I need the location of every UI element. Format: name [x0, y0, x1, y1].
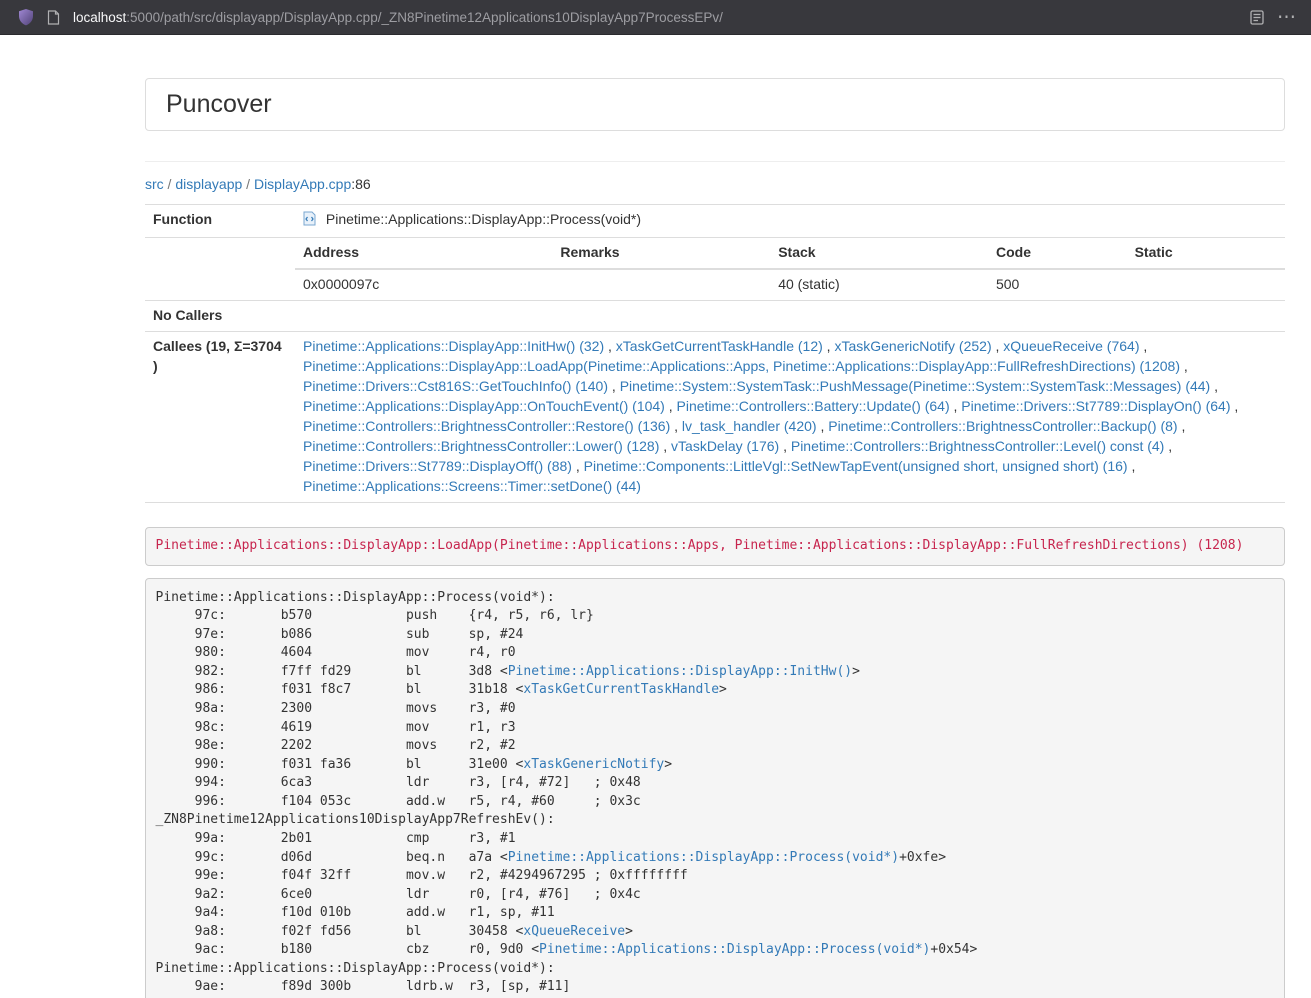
callee-link[interactable]: vTaskDelay (176): [671, 438, 779, 454]
callee-link[interactable]: Pinetime::Applications::DisplayApp::Init…: [303, 338, 604, 354]
callee-link[interactable]: Pinetime::Controllers::BrightnessControl…: [791, 438, 1164, 454]
overflow-menu-icon[interactable]: ⋯: [1277, 8, 1297, 27]
breadcrumb-separator: /: [242, 176, 254, 192]
browser-toolbar: localhost:5000/path/src/displayapp/Displ…: [0, 0, 1311, 35]
address-value: 0x0000097c: [295, 269, 552, 300]
breadcrumb-link[interactable]: DisplayApp.cpp: [254, 176, 351, 192]
disassembly-block: Pinetime::Applications::DisplayApp::Proc…: [145, 578, 1285, 998]
callee-link[interactable]: Pinetime::Controllers::BrightnessControl…: [303, 418, 670, 434]
function-name: Pinetime::Applications::DisplayApp::Proc…: [326, 211, 641, 227]
breadcrumb-separator: /: [164, 176, 176, 192]
disassembly-symbol-link[interactable]: xTaskGetCurrentTaskHandle: [523, 682, 719, 697]
disassembly-symbol-link[interactable]: xQueueReceive: [523, 924, 625, 939]
callee-link[interactable]: Pinetime::Drivers::St7789::DisplayOff() …: [303, 458, 572, 474]
callee-link[interactable]: Pinetime::Components::LittleVgl::SetNewT…: [584, 458, 1128, 474]
callee-link[interactable]: Pinetime::Controllers::BrightnessControl…: [303, 438, 659, 454]
static-value: [1127, 269, 1285, 300]
page-content: Puncover src / displayapp / DisplayApp.c…: [145, 78, 1285, 998]
callee-link[interactable]: xTaskGetCurrentTaskHandle (12): [616, 338, 823, 354]
disassembly-symbol-link[interactable]: xTaskGenericNotify: [523, 757, 664, 772]
callee-link[interactable]: Pinetime::Drivers::Cst816S::GetTouchInfo…: [303, 378, 608, 394]
callees-row: Callees (19, Σ=3704 ) Pinetime::Applicat…: [145, 331, 1285, 502]
callee-link[interactable]: Pinetime::Controllers::Battery::Update()…: [677, 398, 950, 414]
reader-mode-icon[interactable]: [1250, 10, 1264, 25]
code-value: 500: [988, 269, 1127, 300]
stats-row: Address Remarks Stack Code Static 0x0000…: [145, 237, 1285, 300]
app-title-panel: Puncover: [145, 78, 1285, 131]
shield-icon[interactable]: [18, 8, 34, 26]
divider: [145, 161, 1285, 162]
callee-link[interactable]: Pinetime::Applications::DisplayApp::Load…: [303, 358, 1180, 374]
address-table-value-row: 0x0000097c 40 (static) 500: [295, 269, 1285, 300]
breadcrumb: src / displayapp / DisplayApp.cpp:86: [145, 176, 1285, 192]
function-label: Function: [145, 204, 295, 237]
col-static: Static: [1127, 238, 1285, 269]
disassembly-symbol-link[interactable]: Pinetime::Applications::DisplayApp::Init…: [508, 664, 852, 679]
callee-link[interactable]: lv_task_handler (420): [682, 418, 817, 434]
callee-link[interactable]: Pinetime::Applications::Screens::Timer::…: [303, 478, 641, 494]
callee-link[interactable]: xTaskGenericNotify (252): [834, 338, 991, 354]
page-title: Puncover: [166, 90, 1264, 119]
col-address: Address: [295, 238, 552, 269]
col-remarks: Remarks: [552, 238, 770, 269]
callee-link[interactable]: Pinetime::System::SystemTask::PushMessag…: [620, 378, 1211, 394]
callee-link[interactable]: Pinetime::Controllers::BrightnessControl…: [828, 418, 1177, 434]
stack-value: 40 (static): [770, 269, 988, 300]
empty-label: [145, 237, 295, 300]
no-callers-row: No Callers: [145, 300, 1285, 331]
url-host-text: localhost: [73, 10, 126, 25]
callees-list: Pinetime::Applications::DisplayApp::Init…: [295, 331, 1285, 502]
address-table-header-row: Address Remarks Stack Code Static: [295, 238, 1285, 269]
callee-link[interactable]: xQueueReceive (764): [1003, 338, 1139, 354]
breadcrumb-line-number: :86: [351, 176, 370, 192]
function-icon: [303, 211, 316, 232]
address-table: Address Remarks Stack Code Static 0x0000…: [295, 238, 1285, 300]
breadcrumb-link[interactable]: displayapp: [175, 176, 242, 192]
disassembly-symbol-link[interactable]: Pinetime::Applications::DisplayApp::Proc…: [539, 942, 930, 957]
disassembly-symbol-link[interactable]: Pinetime::Applications::DisplayApp::Proc…: [508, 850, 899, 865]
url-path-text: :5000/path/src/displayapp/DisplayApp.cpp…: [126, 10, 723, 25]
highlighted-symbol-link[interactable]: Pinetime::Applications::DisplayApp::Load…: [156, 538, 1244, 553]
col-stack: Stack: [770, 238, 988, 269]
breadcrumb-link[interactable]: src: [145, 176, 164, 192]
page-info-icon[interactable]: [47, 10, 60, 25]
function-row: Function Pinetime::Applications::Display…: [145, 204, 1285, 237]
col-code: Code: [988, 238, 1127, 269]
no-callers-label: No Callers: [145, 300, 295, 331]
highlighted-symbol-block: Pinetime::Applications::DisplayApp::Load…: [145, 527, 1285, 567]
callees-label: Callees (19, Σ=3704 ): [145, 331, 295, 502]
function-info-table: Function Pinetime::Applications::Display…: [145, 204, 1285, 503]
callee-link[interactable]: Pinetime::Drivers::St7789::DisplayOn() (…: [961, 398, 1230, 414]
url-bar[interactable]: localhost:5000/path/src/displayapp/Displ…: [73, 10, 1240, 25]
callee-link[interactable]: Pinetime::Applications::DisplayApp::OnTo…: [303, 398, 665, 414]
remarks-value: [552, 269, 770, 300]
